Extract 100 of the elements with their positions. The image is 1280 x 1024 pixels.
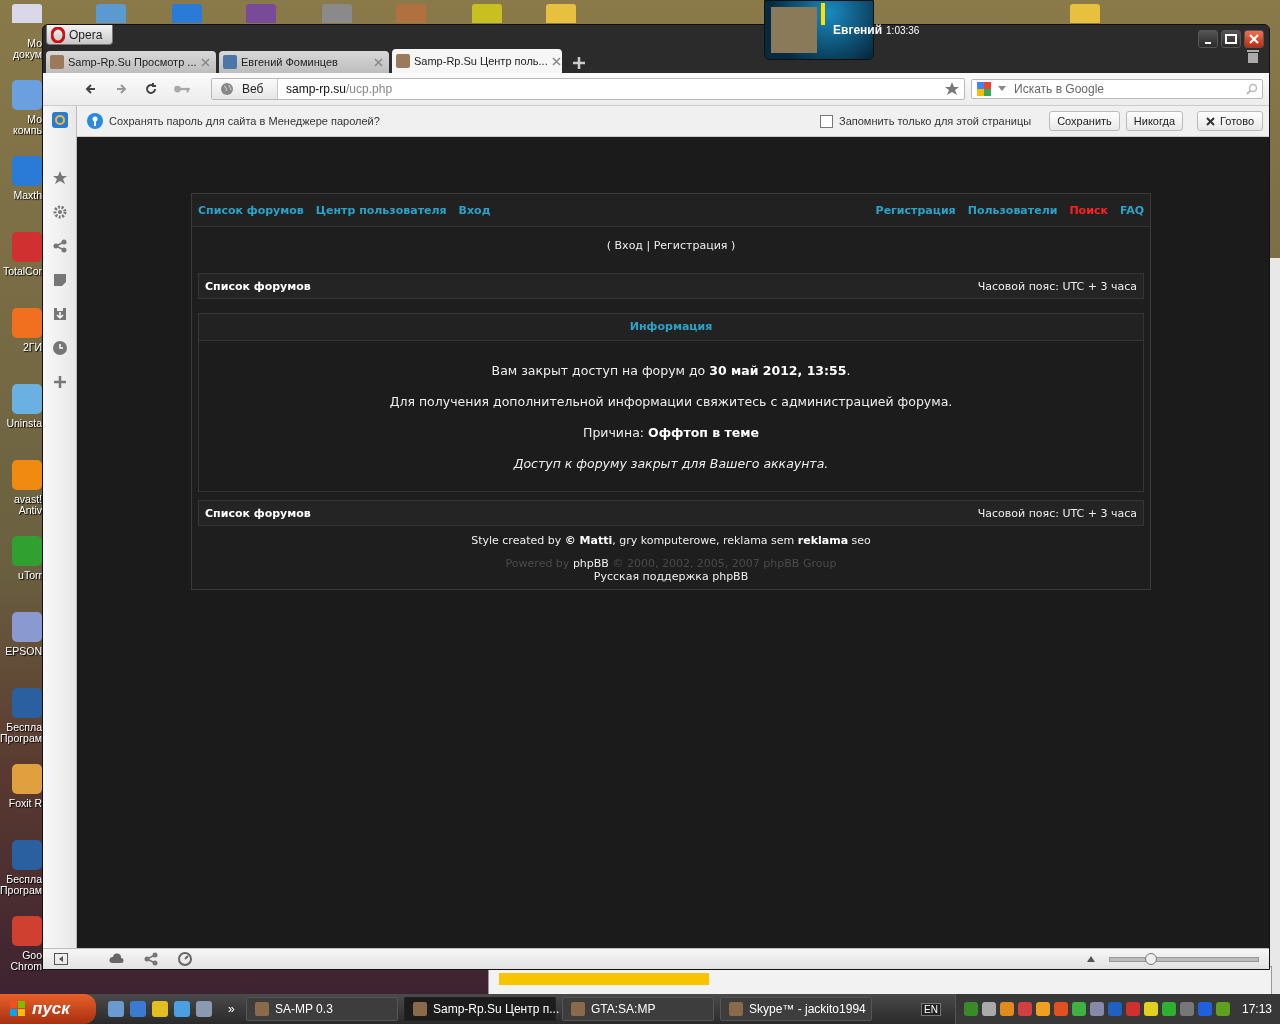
search-icon[interactable] — [1246, 83, 1258, 95]
prompt-button[interactable]: Никогда — [1125, 111, 1184, 131]
message-text: Причина: Оффтоп в теме — [582, 424, 760, 442]
add-panel-icon[interactable] — [51, 374, 68, 390]
nav-link[interactable]: Вход — [458, 203, 491, 217]
quick-launch-icon[interactable] — [174, 1001, 190, 1017]
desktop-icon-label[interactable]: EPSON — [5, 646, 42, 657]
tray-icon[interactable] — [1071, 1002, 1086, 1016]
desktop-icon[interactable] — [12, 916, 42, 946]
desktop-icon[interactable] — [12, 536, 42, 566]
maximize-button[interactable] — [1221, 30, 1241, 48]
menu-button[interactable]: Opera — [46, 25, 114, 45]
address-field[interactable]: Веб samp-rp.su/ucp.php — [211, 78, 965, 100]
close-tab-icon[interactable] — [551, 56, 561, 66]
new-tab-icon[interactable] — [573, 57, 585, 69]
desktop-icon-label[interactable]: Maxth — [13, 190, 42, 201]
breadcrumb-link[interactable]: Список форумов — [205, 506, 311, 520]
url-text: samp-rp.su/ucp.php — [286, 82, 394, 96]
volume-indicator — [821, 3, 825, 25]
desktop-icon-label[interactable]: TotalCor — [2, 266, 42, 277]
tray-icon[interactable] — [999, 1002, 1014, 1016]
speedometer-icon[interactable] — [177, 951, 193, 967]
tray-icon[interactable] — [1215, 1002, 1230, 1016]
credits-text: Style created by © Matti, gry komputerowe, reklama sem reklama seo — [471, 534, 871, 547]
desktop-icon[interactable] — [12, 384, 42, 414]
checkbox[interactable] — [820, 114, 833, 128]
zoom-reset-icon[interactable] — [1087, 956, 1095, 962]
desktop-icon-label[interactable]: avast! Antiv — [14, 494, 42, 516]
slider-thumb[interactable] — [1145, 952, 1158, 965]
tray-icon[interactable] — [1143, 1002, 1158, 1016]
taskbar-button[interactable]: SA-MP 0.3 — [246, 997, 398, 1021]
search-field[interactable]: Искать в Google — [971, 79, 1263, 99]
panel-toggle-icon[interactable] — [53, 951, 69, 967]
desktop-icon[interactable] — [12, 840, 42, 870]
nav-link[interactable]: Поиск — [1069, 203, 1108, 217]
tray-icon[interactable] — [1035, 1002, 1050, 1016]
desktop-icon[interactable] — [12, 460, 42, 490]
share-icon[interactable] — [143, 951, 159, 967]
phpbb-link[interactable]: phpBB — [572, 557, 609, 570]
close-icon — [1249, 34, 1259, 44]
desktop-icon-label[interactable]: Мо докум — [12, 38, 42, 60]
bookmarks-icon[interactable] — [51, 170, 68, 186]
desktop-icon-label[interactable]: Мо компь — [13, 114, 42, 136]
browser-tab[interactable]: Samp-Rp.Su Центр поль... — [392, 49, 562, 73]
language-indicator[interactable]: EN — [921, 1002, 941, 1016]
nav-link[interactable]: FAQ — [1119, 203, 1144, 217]
bookmark-star-icon[interactable] — [944, 81, 960, 97]
start-button[interactable]: пуск — [0, 994, 96, 1024]
app-icon — [255, 1002, 269, 1016]
quick-launch-icon[interactable] — [196, 1001, 212, 1017]
browser-tab[interactable]: Samp-Rp.Su Просмотр ... — [46, 51, 216, 73]
desktop-icon[interactable] — [12, 80, 42, 110]
minimize-button[interactable] — [1198, 30, 1218, 48]
mail-icon[interactable] — [51, 112, 68, 128]
panel-title: Информация — [199, 314, 1143, 341]
quick-launch-icon[interactable] — [152, 1001, 168, 1017]
close-tab-icon[interactable] — [374, 57, 383, 67]
desktop-icon-label[interactable]: Foxit R — [8, 798, 42, 809]
desktop-icon-label[interactable]: uTorr — [18, 570, 42, 581]
timezone-text: Часовой пояс: UTC + 3 часа — [977, 279, 1137, 293]
tray-icon[interactable] — [1089, 1002, 1104, 1016]
desktop-icon-label[interactable]: Беспла Програм — [0, 722, 42, 744]
download-icon[interactable] — [51, 306, 68, 322]
nav-link[interactable]: Центр пользователя — [315, 203, 447, 217]
nav-link[interactable]: Список форумов — [198, 203, 304, 217]
close-tab-icon[interactable] — [201, 57, 210, 67]
zoom-slider[interactable] — [1109, 956, 1259, 962]
tray-icon[interactable] — [1161, 1002, 1176, 1016]
note-icon[interactable] — [51, 272, 68, 288]
browser-tab[interactable]: Евгений Фоминцев — [219, 51, 389, 73]
checkbox-label[interactable]: Запомнить только для этой страницы — [839, 115, 1032, 127]
login-links[interactable]: ( Вход | Регистрация ) — [606, 239, 736, 252]
more-button[interactable]: » — [228, 1002, 242, 1016]
quick-launch-icon[interactable] — [130, 1001, 146, 1017]
desktop-icon[interactable] — [12, 612, 42, 642]
done-button[interactable]: Готово — [1197, 111, 1263, 131]
support-link[interactable]: Русская поддержка phpBB — [593, 570, 749, 583]
breadcrumb-link[interactable]: Список форумов — [205, 279, 311, 293]
desktop-icon-label[interactable]: 2ГИ — [22, 342, 42, 353]
nav-link[interactable]: Регистрация — [875, 203, 956, 217]
trash-icon[interactable] — [1247, 49, 1259, 63]
web-mode-button[interactable]: Веб — [212, 79, 278, 99]
history-icon[interactable] — [51, 340, 68, 356]
desktop-icon[interactable] — [12, 308, 42, 338]
desktop-icon-label[interactable]: Uninsta — [6, 418, 42, 429]
desktop-icon-label[interactable]: Goo Chrom — [10, 950, 42, 972]
settings-icon[interactable] — [51, 204, 68, 220]
desktop-icon-label[interactable]: Беспла Програм — [0, 874, 42, 896]
desktop-icon[interactable] — [12, 764, 42, 794]
quick-launch-icon[interactable] — [108, 1001, 124, 1017]
reload-icon[interactable] — [143, 81, 159, 97]
close-button[interactable] — [1244, 30, 1264, 48]
share-icon[interactable] — [51, 238, 68, 254]
caret-icon — [998, 86, 1006, 92]
tray-icon[interactable] — [981, 1002, 996, 1016]
taskbar-button[interactable]: Skype™ - jackito1994 — [720, 997, 872, 1021]
nav-link[interactable]: Пользователи — [967, 203, 1058, 217]
prompt-button[interactable]: Сохранить — [1049, 111, 1120, 131]
favicon — [50, 55, 64, 69]
taskbar-button[interactable]: GTA:SA:MP — [562, 997, 714, 1021]
